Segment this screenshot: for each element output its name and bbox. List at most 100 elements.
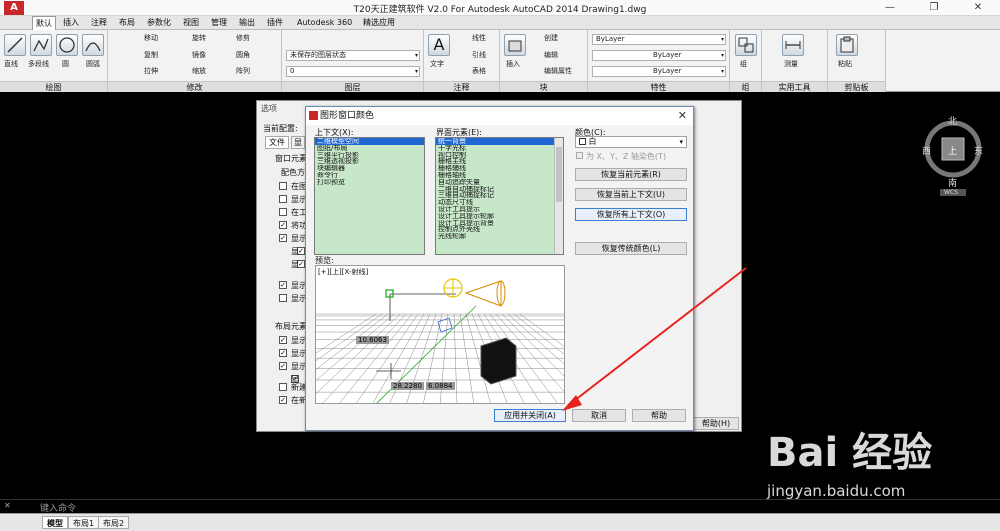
element-list-item[interactable]: 栅格主线: [436, 158, 563, 165]
help-button[interactable]: 帮助: [632, 409, 686, 422]
context-list-item[interactable]: 三维透视投影: [315, 158, 424, 165]
edit-attributes-button[interactable]: 编辑属性: [544, 67, 572, 76]
restore-current-context-button[interactable]: 恢复当前上下文(U): [575, 188, 687, 201]
layer-dropdown[interactable]: 0 ▾: [286, 66, 420, 77]
modify-panel-title[interactable]: 修改: [108, 81, 281, 92]
options-help-button[interactable]: 帮助(H): [693, 417, 739, 430]
element-list-item[interactable]: 统一背景: [436, 138, 563, 145]
element-list-item[interactable]: 光线轮廓: [436, 233, 563, 240]
element-list-item[interactable]: 栅格辅线: [436, 165, 563, 172]
compass-north[interactable]: 北: [948, 114, 957, 127]
tab-display[interactable]: 显: [291, 136, 305, 149]
edit-block-button[interactable]: 编辑: [544, 51, 558, 60]
check-8[interactable]: ✓: [279, 281, 287, 289]
context-list-item[interactable]: 打印预览: [315, 179, 424, 186]
circle-icon[interactable]: [56, 34, 78, 56]
context-list-item[interactable]: 三维平行投影: [315, 152, 424, 159]
cmd-close-icon[interactable]: ✕: [4, 501, 11, 510]
compass-west[interactable]: 西: [922, 144, 931, 157]
group-icon[interactable]: [735, 34, 757, 56]
context-list-item[interactable]: 二维模型空间: [315, 138, 424, 145]
element-list-item[interactable]: 三维自动捕捉标记: [436, 192, 563, 199]
annotation-panel-title[interactable]: 注释: [424, 81, 499, 92]
tab-manage[interactable]: 管理: [208, 16, 230, 30]
element-scrollbar[interactable]: [554, 138, 563, 254]
compass-south[interactable]: 南: [948, 176, 957, 189]
tab-files[interactable]: 文件: [265, 136, 289, 149]
group-panel-title[interactable]: 组: [730, 81, 761, 92]
layout-check-1[interactable]: ✓: [279, 336, 287, 344]
context-listbox[interactable]: 二维模型空间 图纸/布局 三维平行投影 三维透视投影 块编辑器 命令行 打印预览: [314, 137, 425, 255]
block-panel-title[interactable]: 块: [500, 81, 587, 92]
arc-icon[interactable]: [82, 34, 104, 56]
tab-view[interactable]: 视图: [180, 16, 202, 30]
copy-button[interactable]: 复制: [144, 51, 158, 60]
element-list-item[interactable]: 视口控制: [436, 152, 563, 159]
paste-icon[interactable]: [836, 34, 858, 56]
scale-button[interactable]: 缩放: [192, 67, 206, 76]
close-button[interactable]: ✕: [956, 0, 1000, 16]
check-4[interactable]: ✓: [279, 221, 287, 229]
tab-model[interactable]: 模型: [42, 516, 68, 529]
tab-featured-apps[interactable]: 精选应用: [360, 16, 398, 30]
tab-annotate[interactable]: 注释: [88, 16, 110, 30]
element-list-item[interactable]: 设计工具提示轮廓: [436, 213, 563, 220]
element-list-item[interactable]: 动态尺寸线: [436, 199, 563, 206]
context-list-item[interactable]: 块编辑器: [315, 165, 424, 172]
mirror-button[interactable]: 镜像: [192, 51, 206, 60]
tab-autodesk360[interactable]: Autodesk 360: [294, 16, 355, 30]
properties-panel-title[interactable]: 特性: [588, 81, 729, 92]
layout-check-5[interactable]: [279, 383, 287, 391]
color-dropdown[interactable]: 白 ▾: [575, 136, 687, 148]
create-block-button[interactable]: 创建: [544, 34, 558, 43]
element-list-item[interactable]: 栅格轴线: [436, 172, 563, 179]
restore-current-element-button[interactable]: 恢复当前元素(R): [575, 168, 687, 181]
measure-icon[interactable]: [782, 34, 804, 56]
tab-layout[interactable]: 布局: [116, 16, 138, 30]
viewcube-top-face[interactable]: 上: [948, 144, 957, 157]
element-list-item[interactable]: 设计工具提示背景: [436, 220, 563, 227]
tab-parametric[interactable]: 参数化: [144, 16, 174, 30]
line-icon[interactable]: [4, 34, 26, 56]
check-9[interactable]: [279, 294, 287, 302]
restore-all-contexts-button[interactable]: 恢复所有上下文(O): [575, 208, 687, 221]
element-list-item[interactable]: 十字光标: [436, 145, 563, 152]
apply-and-close-button[interactable]: 应用并关闭(A): [494, 409, 566, 422]
context-list-item[interactable]: 命令行: [315, 172, 424, 179]
compass-east[interactable]: 东: [974, 144, 983, 157]
layer-panel-title[interactable]: 图层: [282, 81, 423, 92]
tab-default[interactable]: 默认: [32, 16, 56, 30]
layout-check-3[interactable]: ✓: [279, 362, 287, 370]
layer-state-dropdown[interactable]: 未保存的图层状态 ▾: [286, 50, 420, 61]
text-icon[interactable]: A: [428, 34, 450, 56]
minimize-button[interactable]: —: [868, 0, 912, 16]
layout-check-6[interactable]: ✓: [279, 396, 287, 404]
cancel-button[interactable]: 取消: [572, 409, 626, 422]
fillet-button[interactable]: 圆角: [236, 51, 250, 60]
tab-output[interactable]: 输出: [236, 16, 258, 30]
trim-button[interactable]: 修剪: [236, 34, 250, 43]
viewcube[interactable]: 北 南 西 东 上 WCS: [922, 114, 984, 196]
stretch-button[interactable]: 拉伸: [144, 67, 158, 76]
table-button[interactable]: 表格: [472, 67, 486, 76]
move-button[interactable]: 移动: [144, 34, 158, 43]
lineweight-bylayer-dropdown[interactable]: ByLayer ▾: [592, 66, 726, 77]
element-list-item[interactable]: 设计工具提示: [436, 206, 563, 213]
utilities-panel-title[interactable]: 实用工具: [762, 81, 827, 92]
dialog-close-button[interactable]: ✕: [678, 107, 687, 125]
clipboard-panel-title[interactable]: 剪贴板: [828, 81, 885, 92]
element-list-item[interactable]: 自动追踪矢量: [436, 179, 563, 186]
tab-plugins[interactable]: 插件: [264, 16, 286, 30]
check-1[interactable]: [279, 182, 287, 190]
element-listbox[interactable]: 统一背景 十字光标 视口控制 栅格主线 栅格辅线 栅格轴线 自动追踪矢量 二维自动捕捉标记 三维…: [435, 137, 564, 255]
tab-layout2[interactable]: 布局2: [98, 516, 130, 529]
color-bylayer-dropdown[interactable]: ByLayer ▾: [592, 34, 726, 45]
array-button[interactable]: 阵列: [236, 67, 250, 76]
check-3[interactable]: [279, 208, 287, 216]
maximize-button[interactable]: ❐: [912, 0, 956, 16]
tab-layout1[interactable]: 布局1: [68, 516, 100, 529]
element-list-item[interactable]: 二维自动捕捉标记: [436, 186, 563, 193]
linetype-bylayer-dropdown[interactable]: ByLayer ▾: [592, 50, 726, 61]
context-list-item[interactable]: 图纸/布局: [315, 145, 424, 152]
polyline-icon[interactable]: [30, 34, 52, 56]
